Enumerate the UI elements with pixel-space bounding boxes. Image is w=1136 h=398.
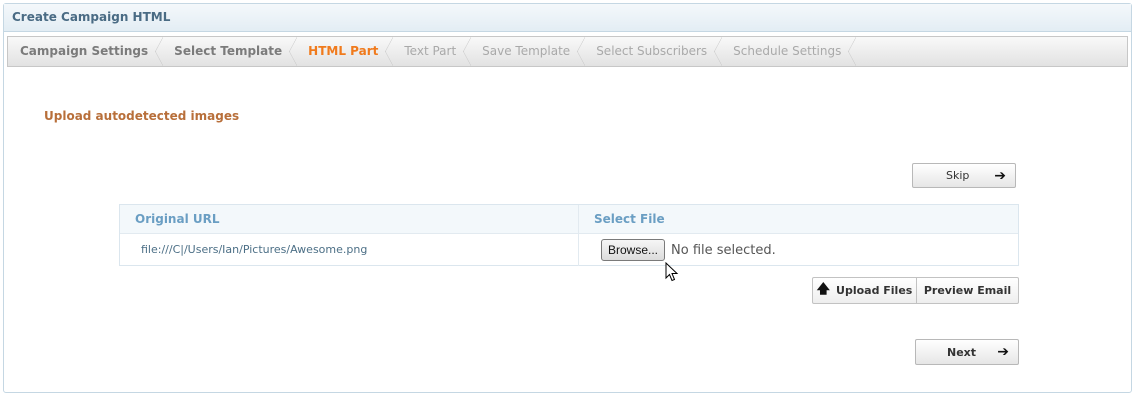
arrow-right-icon: ➔ <box>997 344 1009 360</box>
wizard-step-select-subscribers: Select Subscribers <box>584 37 723 66</box>
arrow-up-icon: 🡅 <box>816 281 831 297</box>
mouse-cursor-icon <box>665 262 679 282</box>
next-button[interactable]: Next ➔ <box>915 339 1019 365</box>
skip-button[interactable]: Skip ➔ <box>912 163 1016 188</box>
wizard-step-save-template: Save Template <box>470 37 586 66</box>
wizard-step-campaign-settings[interactable]: Campaign Settings <box>8 37 164 66</box>
wizard-step-html-part[interactable]: HTML Part <box>296 37 394 66</box>
table-header: Original URL Select File <box>120 205 1018 234</box>
wizard-step-select-template[interactable]: Select Template <box>162 37 298 66</box>
preview-email-button[interactable]: Preview Email <box>917 278 1018 303</box>
skip-button-label: Skip <box>946 169 970 182</box>
wizard-step-schedule-settings: Schedule Settings <box>721 37 857 66</box>
upload-actions: 🡅 Upload Files Preview Email <box>812 277 1019 304</box>
file-status: No file selected. <box>671 242 776 258</box>
column-header-select-file: Select File <box>594 212 665 226</box>
wizard-step-text-part: Text Part <box>392 37 471 66</box>
original-url-cell: file:///C|/Users/Ian/Pictures/Awesome.pn… <box>120 234 579 266</box>
select-file-cell: Browse... No file selected. <box>579 234 1018 266</box>
wizard-steps: Campaign Settings Select Template HTML P… <box>7 36 1128 67</box>
upload-files-label: Upload Files <box>836 284 913 297</box>
next-button-label: Next <box>947 345 977 359</box>
panel-title: Create Campaign HTML <box>4 4 1131 32</box>
arrow-right-icon: ➔ <box>994 167 1006 184</box>
images-table: Original URL Select File file:///C|/User… <box>119 204 1019 266</box>
table-row: file:///C|/Users/Ian/Pictures/Awesome.pn… <box>120 234 1018 266</box>
upload-files-button[interactable]: 🡅 Upload Files <box>813 278 917 303</box>
section-title: Upload autodetected images <box>44 109 240 123</box>
browse-button[interactable]: Browse... <box>601 239 666 261</box>
column-header-original-url: Original URL <box>120 205 579 233</box>
